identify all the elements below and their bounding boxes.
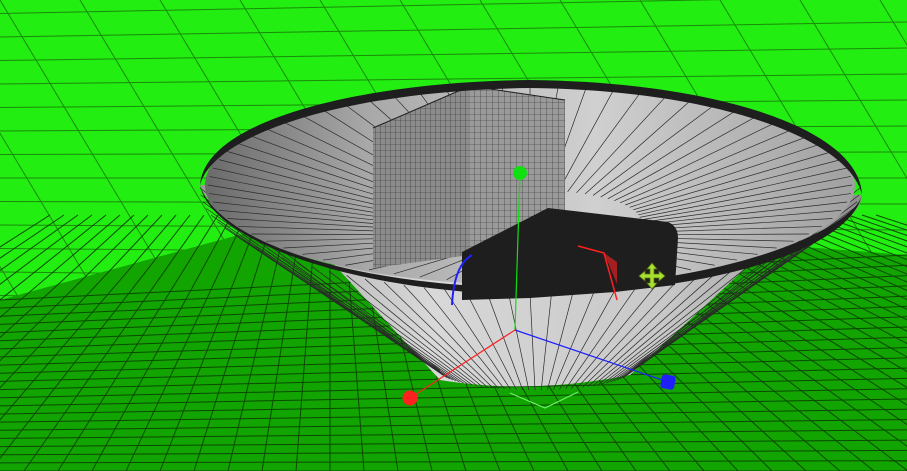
gizmo-x-handle[interactable] bbox=[402, 390, 418, 406]
gizmo-z-handle[interactable] bbox=[660, 374, 676, 390]
3d-viewport[interactable] bbox=[0, 0, 907, 471]
gizmo-y-handle[interactable] bbox=[513, 166, 527, 180]
